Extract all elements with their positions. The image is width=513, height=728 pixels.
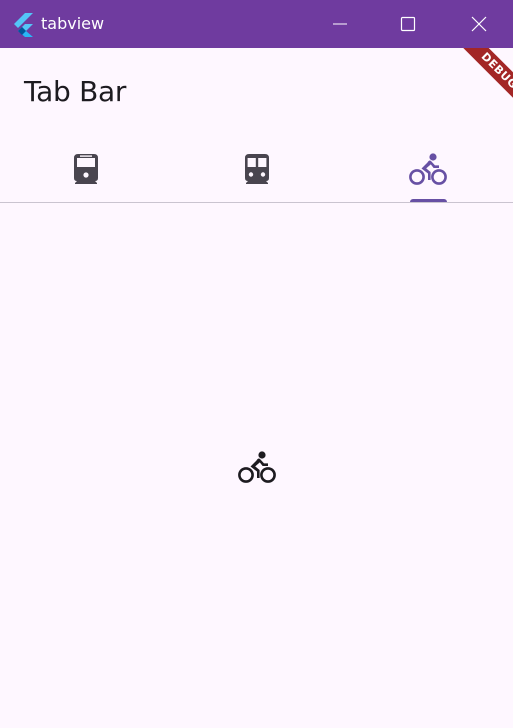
tab-bar [0, 136, 513, 204]
flutter-logo-icon [13, 13, 33, 37]
tab-train[interactable] [0, 136, 171, 202]
tab-content [0, 204, 513, 728]
bike-icon [408, 153, 447, 185]
maximize-icon [400, 16, 416, 32]
train-icon [73, 154, 98, 184]
page-title: Tab Bar [24, 75, 127, 108]
app-bar: Tab Bar [0, 48, 513, 136]
subway-icon [244, 154, 269, 184]
tab-subway[interactable] [171, 136, 342, 202]
window-title: tabview [41, 14, 105, 33]
tab-bike[interactable] [342, 136, 513, 202]
close-button[interactable] [456, 0, 502, 48]
bike-icon [238, 451, 276, 483]
window-titlebar[interactable]: tabview [0, 0, 513, 48]
tab-divider [0, 202, 513, 203]
minimize-icon [333, 23, 347, 25]
close-icon [471, 16, 487, 32]
minimize-button[interactable] [317, 0, 363, 48]
maximize-button[interactable] [385, 0, 431, 48]
